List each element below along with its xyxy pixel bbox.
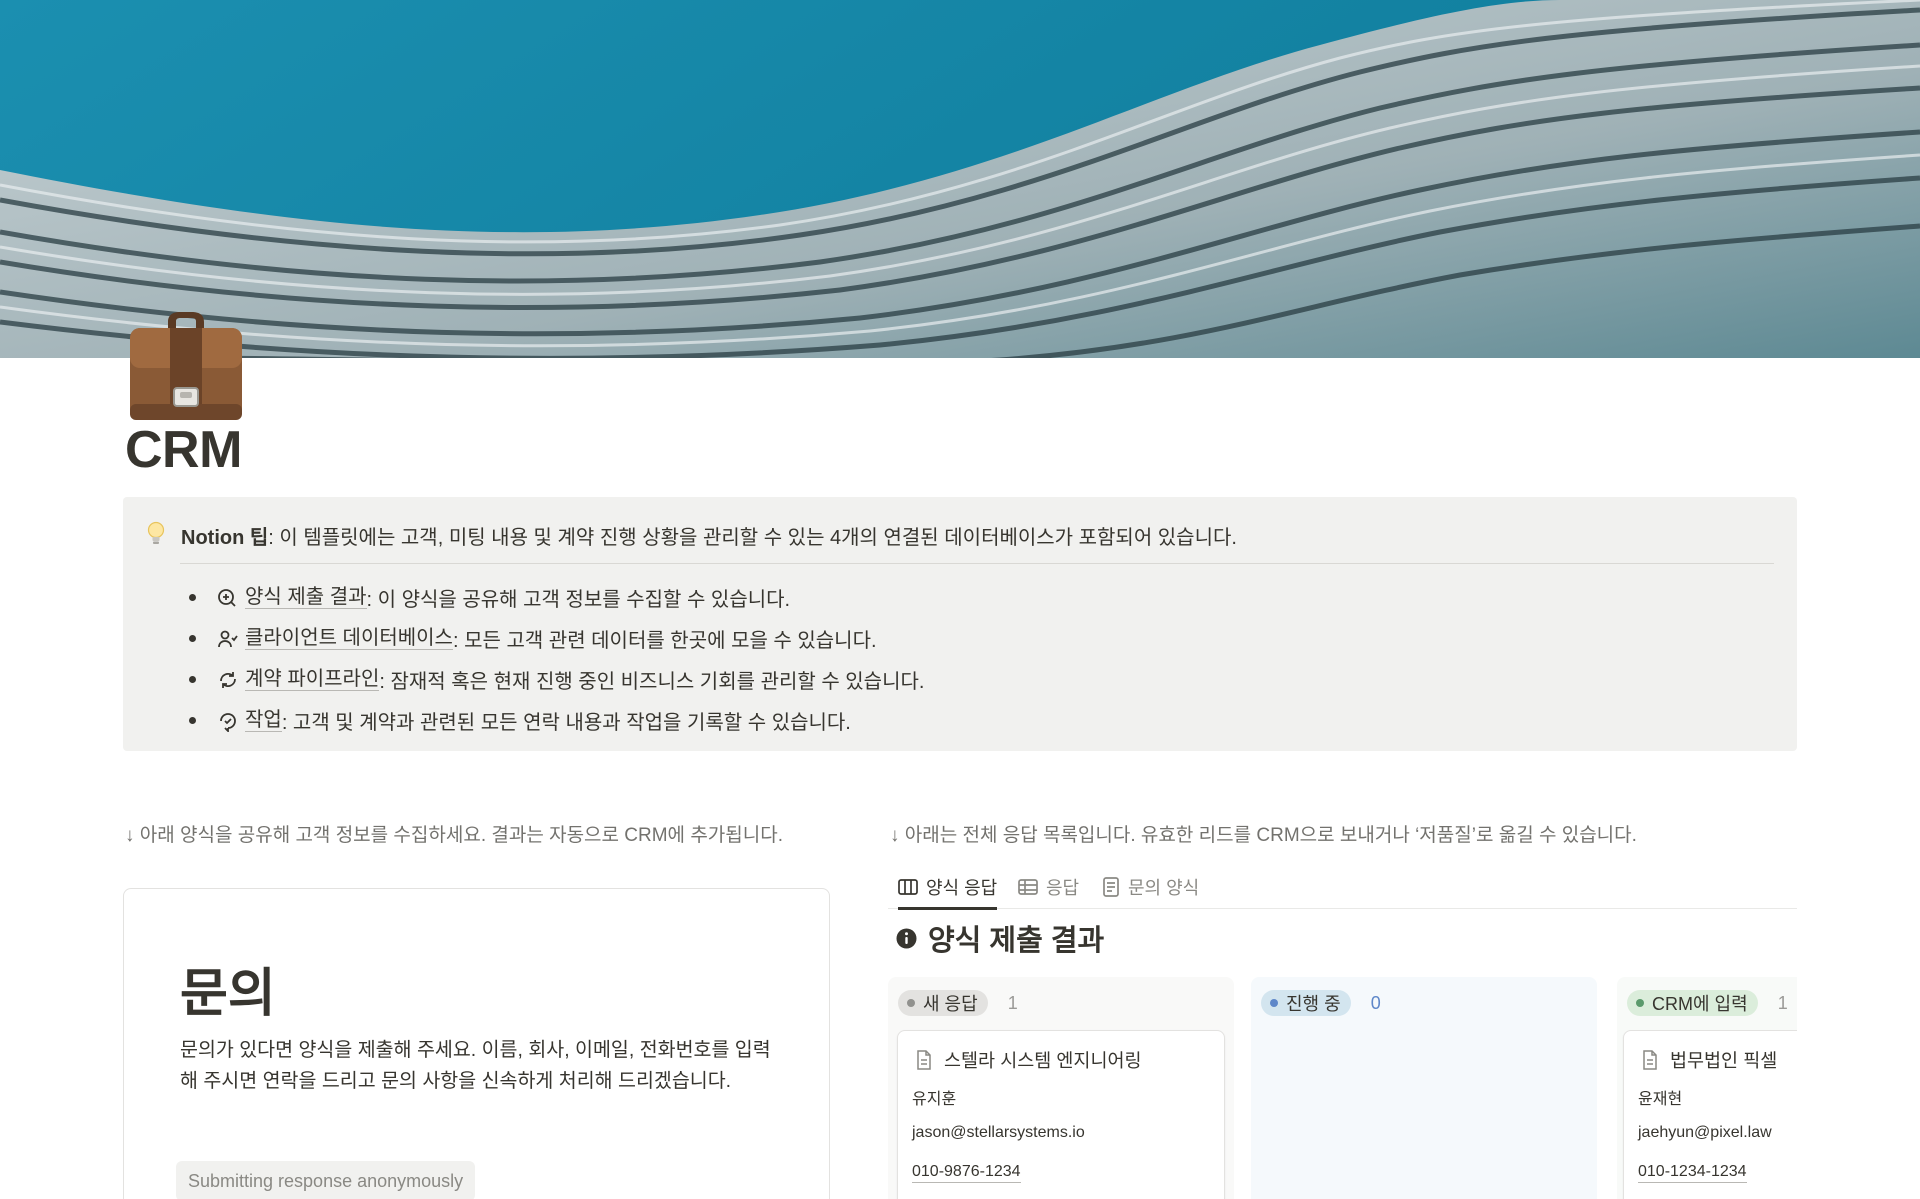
status-badge: CRM에 입력 — [1627, 990, 1758, 1016]
cover-image[interactable] — [0, 0, 1920, 358]
tasks-link[interactable]: 작업 — [245, 709, 282, 732]
status-dot — [1270, 999, 1278, 1007]
card-title: 스텔라 시스템 엔지니어링 — [916, 1047, 1142, 1073]
board-title-text: 양식 제출 결과 — [928, 925, 1105, 957]
tab-form-responses[interactable]: 양식 응답 — [898, 864, 998, 910]
bullet-dot — [189, 676, 196, 683]
board-card[interactable]: 스텔라 시스템 엔지니어링 유지훈 jason@stellarsystems.i… — [897, 1030, 1225, 1199]
kanban-board: 새 응답 1 스텔라 시스템 엔지니어링 유지훈 jason@stellarsy… — [888, 977, 1797, 1199]
column-header[interactable]: CRM에 입력 1 — [1627, 989, 1788, 1017]
tab-responses[interactable]: 응답 — [1018, 864, 1079, 909]
card-title: 법무법인 픽셀 — [1642, 1047, 1777, 1073]
callout-tip-text: : 이 템플릿에는 고객, 미팅 내용 및 계약 진행 상황을 관리할 수 있는… — [268, 527, 1237, 549]
status-label: 진행 중 — [1286, 994, 1341, 1014]
form-title: 문의 — [180, 965, 276, 1023]
pipeline-icon — [217, 669, 239, 691]
table-icon — [1018, 878, 1038, 895]
column-count: 0 — [1370, 992, 1381, 1013]
lightbulb-icon — [145, 521, 167, 547]
status-label: CRM에 입력 — [1652, 994, 1748, 1014]
task-icon — [217, 710, 239, 733]
info-icon — [896, 928, 917, 948]
status-badge: 진행 중 — [1261, 990, 1351, 1016]
board-column-crm: CRM에 입력 1 법무법인 픽셀 윤재현 jaehyun@pixel.law … — [1617, 977, 1797, 1199]
list-item-text: : 잠재적 혹은 현재 진행 중인 비즈니스 기회를 관리할 수 있습니다. — [379, 671, 925, 693]
divider — [180, 563, 1774, 564]
view-tabs: 양식 응답 응답 문의 양식 — [888, 864, 1797, 910]
page-icon — [917, 1050, 931, 1070]
list-item: 클라이언트 데이터베이스: 모든 고객 관련 데이터를 한곳에 모을 수 있습니… — [189, 618, 924, 659]
card-name: 윤재현 — [1638, 1091, 1683, 1108]
card-title-text: 스텔라 시스템 엔지니어링 — [944, 1050, 1142, 1071]
status-label: 새 응답 — [923, 994, 978, 1014]
card-title-text: 법무법인 픽셀 — [1670, 1050, 1778, 1071]
bullet-dot — [189, 635, 196, 642]
card-name: 유지훈 — [912, 1091, 957, 1108]
deal-pipeline-link[interactable]: 계약 파이프라인 — [245, 668, 380, 691]
bullet-dot — [189, 594, 196, 601]
form-submit-icon — [217, 587, 239, 609]
tab-inquiry-form[interactable]: 문의 양식 — [1102, 864, 1199, 909]
board-column-in-progress: 진행 중 0 — [1251, 977, 1597, 1199]
client-database-link[interactable]: 클라이언트 데이터베이스 — [245, 627, 453, 650]
card-email[interactable]: jaehyun@pixel.law — [1638, 1124, 1772, 1142]
board-title[interactable]: 양식 제출 결과 — [896, 918, 1104, 958]
tab-label: 응답 — [1046, 877, 1080, 898]
anonymous-response-badge: Submitting response anonymously — [176, 1161, 476, 1199]
status-badge: 새 응답 — [898, 990, 988, 1016]
embedded-form[interactable]: 문의 문의가 있다면 양식을 제출해 주세요. 이름, 회사, 이메일, 전화번… — [123, 888, 830, 1199]
bullet-dot — [189, 717, 196, 724]
briefcase-icon[interactable] — [124, 304, 248, 428]
list-item: 양식 제출 결과: 이 양식을 공유해 고객 정보를 수집할 수 있습니다. — [189, 577, 924, 618]
list-item-text: : 고객 및 계약과 관련된 모든 연락 내용과 작업을 기록할 수 있습니다. — [281, 712, 851, 734]
callout-text: Notion 팁: 이 템플릿에는 고객, 미팅 내용 및 계약 진행 상황을 … — [181, 521, 1237, 550]
page-title[interactable]: CRM — [125, 420, 242, 480]
form-section-description: ↓ 아래 양식을 공유해 고객 정보를 수집하세요. 결과는 자동으로 CRM에… — [125, 825, 783, 846]
form-results-link[interactable]: 양식 제출 결과 — [245, 586, 367, 609]
board-icon — [898, 878, 918, 895]
form-icon — [1103, 876, 1119, 897]
status-dot — [1636, 999, 1644, 1007]
board-card[interactable]: 법무법인 픽셀 윤재현 jaehyun@pixel.law 010-1234-1… — [1623, 1030, 1797, 1199]
status-dot — [907, 999, 915, 1007]
page-icon — [1643, 1050, 1657, 1070]
column-count: 1 — [1777, 992, 1788, 1013]
list-item: 계약 파이프라인: 잠재적 혹은 현재 진행 중인 비즈니스 기회를 관리할 수… — [189, 659, 924, 700]
board-column-new: 새 응답 1 스텔라 시스템 엔지니어링 유지훈 jason@stellarsy… — [888, 977, 1234, 1199]
database-list: 양식 제출 결과: 이 양식을 공유해 고객 정보를 수집할 수 있습니다. 클… — [189, 577, 924, 741]
card-phone[interactable]: 010-1234-1234 — [1638, 1162, 1747, 1183]
column-header[interactable]: 진행 중 0 — [1261, 989, 1381, 1017]
form-description: 문의가 있다면 양식을 제출해 주세요. 이름, 회사, 이메일, 전화번호를 … — [180, 1039, 771, 1092]
card-phone[interactable]: 010-9876-1234 — [912, 1162, 1021, 1183]
list-item-text: : 이 양식을 공유해 고객 정보를 수집할 수 있습니다. — [366, 589, 791, 611]
responses-section-description: ↓ 아래는 전체 응답 목록입니다. 유효한 리드를 CRM으로 보내거나 ‘저… — [890, 825, 1637, 846]
card-email[interactable]: jason@stellarsystems.io — [912, 1124, 1085, 1142]
list-item-text: : 모든 고객 관련 데이터를 한곳에 모을 수 있습니다. — [452, 630, 877, 652]
column-count: 1 — [1007, 992, 1018, 1013]
client-icon — [217, 628, 239, 650]
callout-tip-label: Notion 팁 — [181, 527, 269, 549]
list-item: 작업: 고객 및 계약과 관련된 모든 연락 내용과 작업을 기록할 수 있습니… — [189, 700, 924, 741]
tab-label: 문의 양식 — [1128, 877, 1200, 898]
column-header[interactable]: 새 응답 1 — [898, 989, 1018, 1017]
tab-label: 양식 응답 — [926, 877, 998, 898]
notion-tip-callout: Notion 팁: 이 템플릿에는 고객, 미팅 내용 및 계약 진행 상황을 … — [123, 497, 1797, 751]
